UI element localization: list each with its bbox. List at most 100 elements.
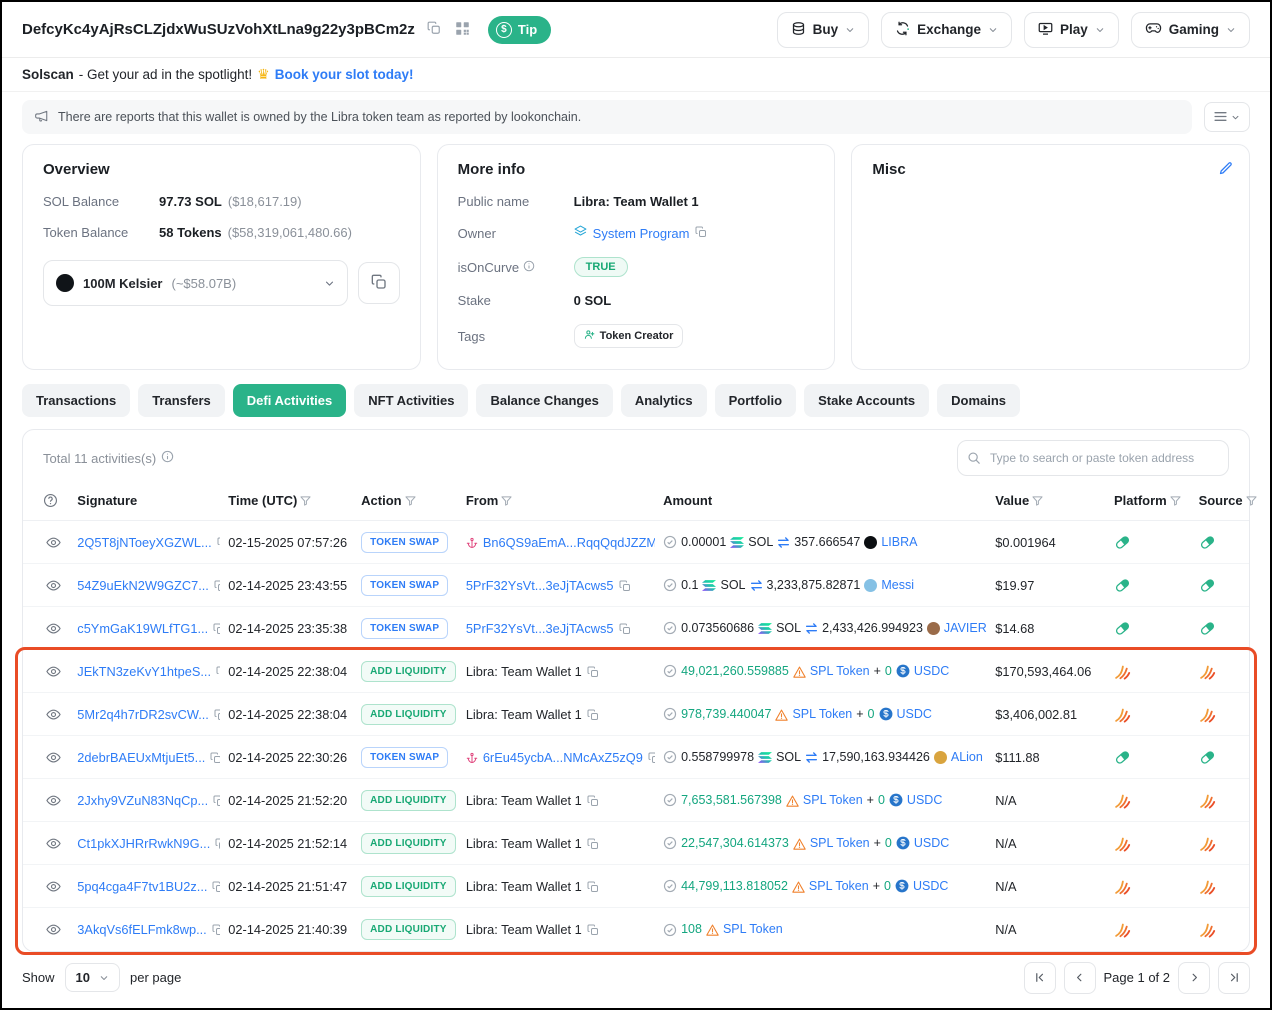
source-icon[interactable] (1199, 921, 1216, 936)
from-address-link[interactable]: Bn6QS9aEmA...RqqQqdJZZM (483, 535, 655, 550)
platform-icon[interactable] (1114, 749, 1131, 764)
owner-link[interactable]: System Program (593, 226, 690, 241)
copy-icon[interactable] (213, 793, 220, 808)
token-creator-tag[interactable]: Token Creator (574, 324, 684, 348)
view-details-button[interactable] (43, 876, 64, 896)
signature-link[interactable]: 5Mr2q4h7rDR2svCW... (77, 707, 209, 722)
copy-icon[interactable] (217, 535, 221, 550)
copy-icon[interactable] (587, 879, 599, 894)
copy-icon[interactable] (212, 922, 221, 937)
ad-link[interactable]: Book your slot today! (275, 67, 414, 82)
view-details-button[interactable] (43, 661, 64, 681)
copy-icon[interactable] (648, 750, 655, 765)
platform-icon[interactable] (1114, 792, 1131, 807)
exchange-menu-button[interactable]: Exchange (881, 12, 1012, 48)
tip-button[interactable]: $ Tip (488, 16, 551, 44)
token-out-link[interactable]: Messi (881, 578, 914, 592)
token-out-link[interactable]: LIBRA (881, 535, 917, 549)
view-details-button[interactable] (43, 790, 64, 810)
view-details-button[interactable] (43, 618, 64, 638)
copy-icon[interactable] (212, 879, 220, 894)
filter-icon[interactable] (1167, 493, 1181, 508)
from-address-link[interactable]: 6rEu45ycbA...NMcAxZ5zQ9 (483, 750, 643, 765)
tab-portfolio[interactable]: Portfolio (715, 384, 796, 417)
previous-page-button[interactable] (1064, 962, 1096, 994)
view-details-button[interactable] (43, 833, 64, 853)
signature-link[interactable]: c5YmGaK19WLfTG1... (77, 621, 208, 636)
copy-icon[interactable] (215, 836, 220, 851)
source-icon[interactable] (1199, 792, 1216, 807)
tab-domains[interactable]: Domains (937, 384, 1020, 417)
copy-icon[interactable] (210, 750, 220, 765)
token2-link[interactable]: USDC (914, 664, 949, 678)
filter-icon[interactable] (1243, 493, 1257, 508)
gaming-menu-button[interactable]: Gaming (1131, 12, 1250, 48)
view-details-button[interactable] (43, 919, 64, 939)
copy-icon[interactable] (587, 664, 599, 679)
tab-analytics[interactable]: Analytics (621, 384, 707, 417)
token1-link[interactable]: SPL Token (810, 836, 870, 850)
platform-icon[interactable] (1114, 577, 1131, 592)
signature-link[interactable]: 5pq4cga4F7tv1BU2z... (77, 879, 207, 894)
copy-icon[interactable] (214, 578, 220, 593)
source-icon[interactable] (1199, 663, 1216, 678)
token1-link[interactable]: SPL Token (792, 707, 852, 721)
tab-defi-activities[interactable]: Defi Activities (233, 384, 347, 417)
copy-icon[interactable] (587, 922, 599, 937)
copy-icon[interactable] (213, 621, 220, 636)
column-header-platform[interactable]: Platform (1106, 484, 1191, 521)
copy-icon[interactable] (587, 793, 599, 808)
tab-nft-activities[interactable]: NFT Activities (354, 384, 468, 417)
platform-icon[interactable] (1114, 534, 1131, 549)
source-icon[interactable] (1199, 878, 1216, 893)
view-details-button[interactable] (43, 747, 64, 767)
filter-icon[interactable] (402, 493, 416, 508)
filter-icon[interactable] (1029, 493, 1043, 508)
platform-icon[interactable] (1114, 663, 1131, 678)
from-address-link[interactable]: 5PrF32YsVt...3eJjTAcws5 (466, 578, 614, 593)
token-out-link[interactable]: ALion (951, 750, 983, 764)
signature-link[interactable]: 3AkqVs6fELFmk8wp... (77, 922, 206, 937)
copy-icon[interactable] (695, 226, 707, 241)
tab-stake-accounts[interactable]: Stake Accounts (804, 384, 929, 417)
token1-link[interactable]: SPL Token (803, 793, 863, 807)
token-selector[interactable]: 100M Kelsier (~$58.07B) (43, 260, 348, 306)
edit-misc-button[interactable] (1216, 159, 1235, 181)
portfolio-button[interactable] (358, 262, 400, 304)
copy-icon[interactable] (619, 621, 631, 636)
last-page-button[interactable] (1218, 962, 1250, 994)
copy-icon[interactable] (214, 707, 220, 722)
column-header-value[interactable]: Value (987, 484, 1106, 521)
source-icon[interactable] (1199, 620, 1216, 635)
token2-link[interactable]: USDC (897, 707, 932, 721)
next-page-button[interactable] (1178, 962, 1210, 994)
tab-transfers[interactable]: Transfers (138, 384, 225, 417)
page-size-select[interactable]: 10 (65, 963, 120, 992)
column-header-action[interactable]: Action (353, 484, 458, 521)
copy-address-button[interactable] (425, 19, 443, 40)
column-header-source[interactable]: Source (1191, 484, 1249, 521)
copy-icon[interactable] (587, 707, 599, 722)
tab-transactions[interactable]: Transactions (22, 384, 130, 417)
view-details-button[interactable] (43, 575, 64, 595)
signature-link[interactable]: 2Jxhy9VZuN83NqCp... (77, 793, 208, 808)
copy-icon[interactable] (216, 664, 220, 679)
copy-icon[interactable] (587, 836, 599, 851)
first-page-button[interactable] (1024, 962, 1056, 994)
column-header-time-utc-[interactable]: Time (UTC) (220, 484, 353, 521)
token2-link[interactable]: USDC (907, 793, 942, 807)
signature-link[interactable]: 2debrBAEUxMtjuEt5... (77, 750, 205, 765)
token1-link[interactable]: SPL Token (810, 664, 870, 678)
signature-link[interactable]: 2Q5T8jNToeyXGZWL... (77, 535, 211, 550)
token2-link[interactable]: USDC (913, 879, 948, 893)
source-icon[interactable] (1199, 706, 1216, 721)
copy-icon[interactable] (619, 578, 631, 593)
source-icon[interactable] (1199, 577, 1216, 592)
qr-code-button[interactable] (453, 19, 472, 41)
search-input[interactable] (957, 440, 1229, 476)
platform-icon[interactable] (1114, 835, 1131, 850)
play-menu-button[interactable]: Play (1024, 12, 1119, 48)
signature-link[interactable]: Ct1pkXJHRrRwkN9G... (77, 836, 210, 851)
source-icon[interactable] (1199, 534, 1216, 549)
platform-icon[interactable] (1114, 706, 1131, 721)
